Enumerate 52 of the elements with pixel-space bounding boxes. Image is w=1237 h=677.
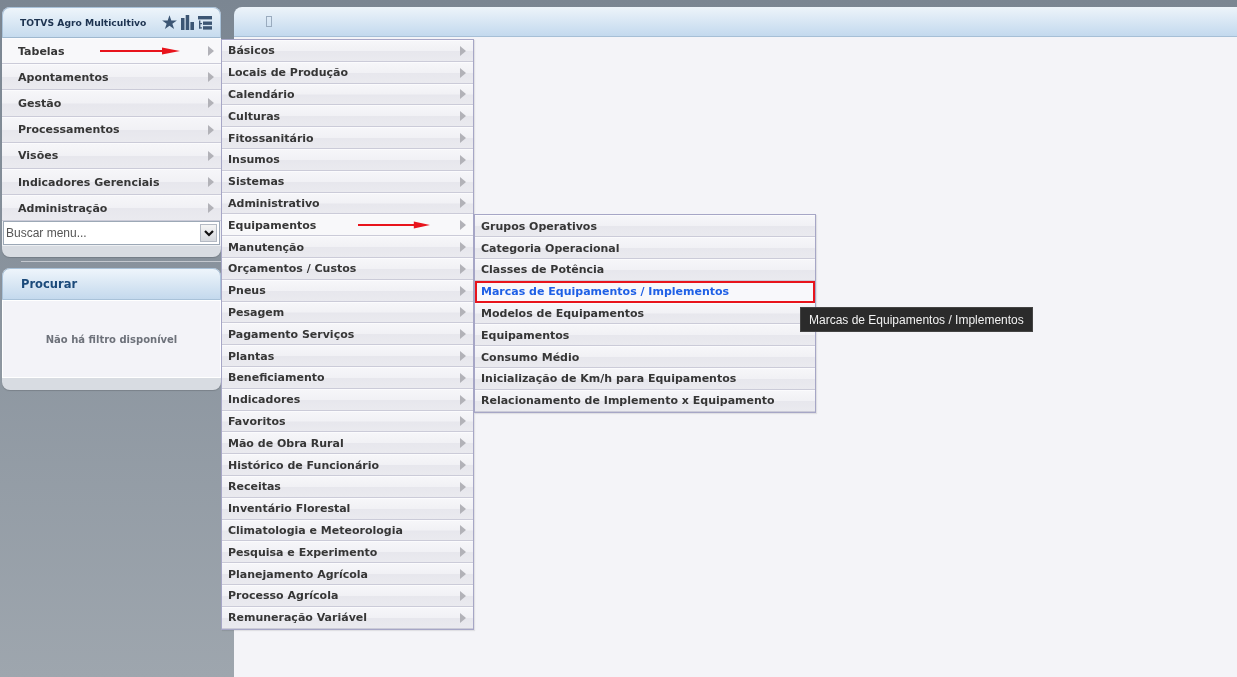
menu-item[interactable]: Pagamento Serviços xyxy=(222,323,473,346)
menu-item[interactable]: Histórico de Funcionário xyxy=(222,454,473,476)
menu-item[interactable]: Equipamentos xyxy=(475,324,815,347)
menu-item[interactable]: Classes de Potência xyxy=(475,258,815,281)
menu-item[interactable]: Visões xyxy=(2,142,221,169)
menu-item[interactable]: Processamentos xyxy=(2,116,221,143)
menu-item[interactable]: Pesagem xyxy=(222,301,473,324)
menu-item[interactable]: Indicadores Gerenciais xyxy=(2,168,221,196)
menu-item[interactable]: Manutenção xyxy=(222,236,473,258)
menu-item[interactable]: Consumo Médio xyxy=(475,346,815,368)
chevron-down-icon xyxy=(203,229,214,237)
menu-item[interactable]: Favoritos xyxy=(222,410,473,433)
menu-item[interactable]: Fitossanitário xyxy=(222,127,473,149)
bar-chart-icon[interactable] xyxy=(181,15,194,30)
menu-item[interactable]: Beneficiamento xyxy=(222,366,473,389)
menu-item[interactable]: Sistemas xyxy=(222,170,473,193)
menu-item[interactable]: Pneus xyxy=(222,279,473,302)
tree-list-icon[interactable] xyxy=(198,15,212,30)
menu-item[interactable]: Básicos xyxy=(222,40,473,62)
menu-item[interactable]: Relacionamento de Implemento x Equipamento xyxy=(475,389,815,412)
menu-item[interactable]: Orçamentos / Custos xyxy=(222,257,473,280)
dropdown-button[interactable] xyxy=(200,224,217,243)
tab-placeholder-icon xyxy=(266,16,272,27)
app-title: TOTVS Agro Multicultivo xyxy=(20,17,148,28)
menu-item[interactable]: Grupos Operativos xyxy=(475,215,815,238)
menu-item[interactable]: Tabelas xyxy=(2,38,221,65)
menu-item[interactable]: Processo Agrícola xyxy=(222,584,473,607)
empty-filter-message: Não há filtro disponível xyxy=(45,333,178,345)
menu-item[interactable]: Indicadores xyxy=(222,388,473,411)
search-field[interactable]: Buscar menu... xyxy=(3,221,220,246)
menu-item[interactable]: Locais de Produção xyxy=(222,61,473,84)
menu-item[interactable]: Pesquisa e Experimento xyxy=(222,541,473,564)
menu-item[interactable]: Apontamentos xyxy=(2,64,221,91)
star-icon[interactable] xyxy=(162,15,177,30)
menu-item[interactable]: Plantas xyxy=(222,345,473,367)
menu-item[interactable]: Administrativo xyxy=(222,192,473,215)
menu-item[interactable]: Administração xyxy=(2,195,221,222)
menu-item[interactable]: Calendário xyxy=(222,83,473,106)
menu-item[interactable]: Insumos xyxy=(222,149,473,171)
menu-item[interactable]: Planejamento Agrícola xyxy=(222,563,473,585)
menu-item[interactable]: Equipamentos xyxy=(222,214,473,237)
menu-item[interactable]: Remuneração Variável xyxy=(222,606,473,629)
menu-item[interactable]: Receitas xyxy=(222,475,473,498)
panel-title: Procurar xyxy=(21,277,78,292)
menu-item[interactable]: Inventário Florestal xyxy=(222,497,473,520)
menu-item[interactable]: Categoria Operacional xyxy=(475,237,815,259)
menu-item[interactable]: Climatologia e Meteorologia xyxy=(222,519,473,542)
menu-item[interactable]: Mão de Obra Rural xyxy=(222,432,473,455)
menu-item[interactable]: Inicialização de Km/h para Equipamentos xyxy=(475,367,815,390)
menu-item[interactable]: Gestão xyxy=(2,90,221,117)
menu-item[interactable]: Culturas xyxy=(222,105,473,128)
menu-item[interactable]: Marcas de Equipamentos / Implementos xyxy=(475,280,815,303)
